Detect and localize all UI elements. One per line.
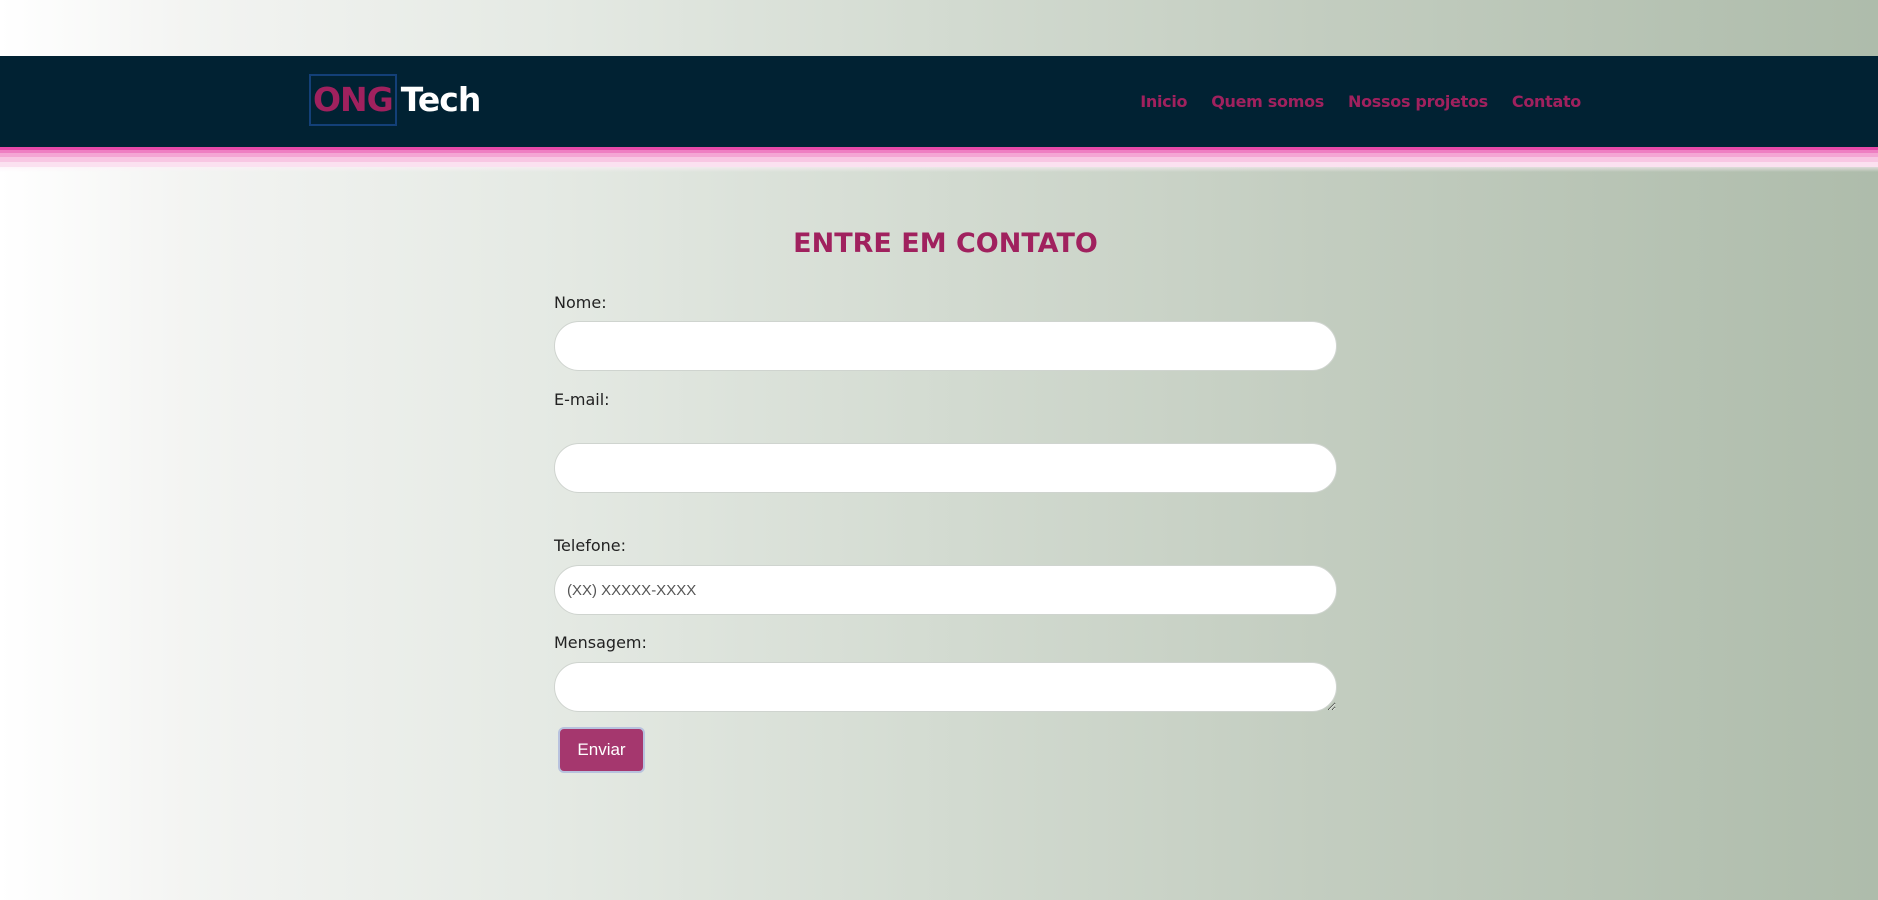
name-label: Nome: xyxy=(554,293,607,312)
email-label: E-mail: xyxy=(554,390,610,409)
phone-input[interactable] xyxy=(554,565,1337,615)
nav-link-quem-somos[interactable]: Quem somos xyxy=(1211,92,1324,111)
submit-button[interactable]: Enviar xyxy=(558,727,645,773)
main-nav: Inicio Quem somos Nossos projetos Contat… xyxy=(1140,92,1581,111)
nav-link-nossos-projetos[interactable]: Nossos projetos xyxy=(1348,92,1488,111)
header-accent-stripe xyxy=(0,147,1878,172)
logo-text: Tech xyxy=(400,80,482,119)
site-header: ONG Tech Inicio Quem somos Nossos projet… xyxy=(0,56,1878,147)
phone-label: Telefone: xyxy=(554,536,626,555)
name-input[interactable] xyxy=(554,321,1337,371)
nav-link-contato[interactable]: Contato xyxy=(1512,92,1581,111)
message-textarea[interactable] xyxy=(554,662,1337,712)
logo[interactable]: ONG Tech xyxy=(309,74,482,126)
contact-form-title: ENTRE EM CONTATO xyxy=(793,228,1098,259)
nav-link-inicio[interactable]: Inicio xyxy=(1140,92,1187,111)
message-label: Mensagem: xyxy=(554,633,647,652)
email-input[interactable] xyxy=(554,443,1337,493)
logo-highlight: ONG xyxy=(309,74,397,126)
